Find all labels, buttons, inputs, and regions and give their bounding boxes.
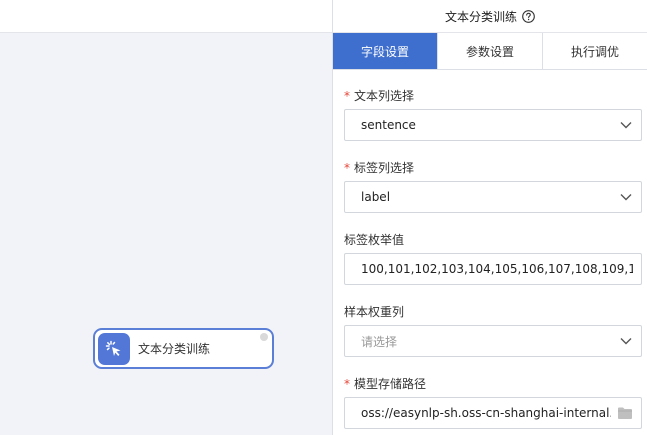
label-enum-input[interactable]: 100,101,102,103,104,105,106,107,108,109,… xyxy=(344,253,642,285)
model-path-field: * 模型存储路径 oss://easynlp-sh.oss-cn-shanghai… xyxy=(344,376,642,429)
chevron-down-icon xyxy=(619,190,633,204)
workflow-node[interactable]: 文本分类训练 xyxy=(93,328,274,369)
label-enum-label: 标签枚举值 xyxy=(344,233,405,247)
label-enum-field: 标签枚举值 100,101,102,103,104,105,106,107,10… xyxy=(344,232,642,285)
chevron-down-icon xyxy=(619,334,633,348)
required-mark: * xyxy=(344,89,350,103)
cursor-click-icon xyxy=(98,332,130,365)
panel-header: 文本分类训练 xyxy=(333,0,647,33)
text-column-select[interactable]: sentence xyxy=(344,109,642,141)
properties-panel: 文本分类训练 字段设置 参数设置 执行调优 * 文本列选择 sentence * 标… xyxy=(332,0,647,435)
node-output-port[interactable] xyxy=(260,333,268,341)
text-column-field: * 文本列选择 sentence xyxy=(344,88,642,141)
model-path-input[interactable]: oss://easynlp-sh.oss-cn-shanghai-interna… xyxy=(344,397,642,429)
model-path-label: * 模型存储路径 xyxy=(344,377,427,391)
tab-field-settings[interactable]: 字段设置 xyxy=(333,33,438,69)
tab-param-settings[interactable]: 参数设置 xyxy=(438,33,543,69)
label-column-field: * 标签列选择 label xyxy=(344,160,642,213)
node-label: 文本分类训练 xyxy=(138,342,211,356)
tab-tuning[interactable]: 执行调优 xyxy=(543,33,647,69)
weight-column-label: 样本权重列 xyxy=(344,305,405,319)
required-mark: * xyxy=(344,161,350,175)
weight-column-select[interactable]: 请选择 xyxy=(344,325,642,357)
help-circle-icon[interactable] xyxy=(522,9,535,23)
text-column-label: * 文本列选择 xyxy=(344,89,415,103)
required-mark: * xyxy=(344,377,350,391)
canvas-toolbar xyxy=(0,0,332,33)
tab-bar: 字段设置 参数设置 执行调优 xyxy=(333,33,647,70)
chevron-down-icon xyxy=(619,118,633,132)
label-column-select[interactable]: label xyxy=(344,181,642,213)
canvas[interactable]: 文本分类训练 xyxy=(0,0,332,435)
panel-title: 文本分类训练 xyxy=(444,9,517,24)
weight-column-field: 样本权重列 请选择 xyxy=(344,304,642,357)
label-column-label: * 标签列选择 xyxy=(344,161,415,175)
folder-icon[interactable] xyxy=(617,406,633,420)
